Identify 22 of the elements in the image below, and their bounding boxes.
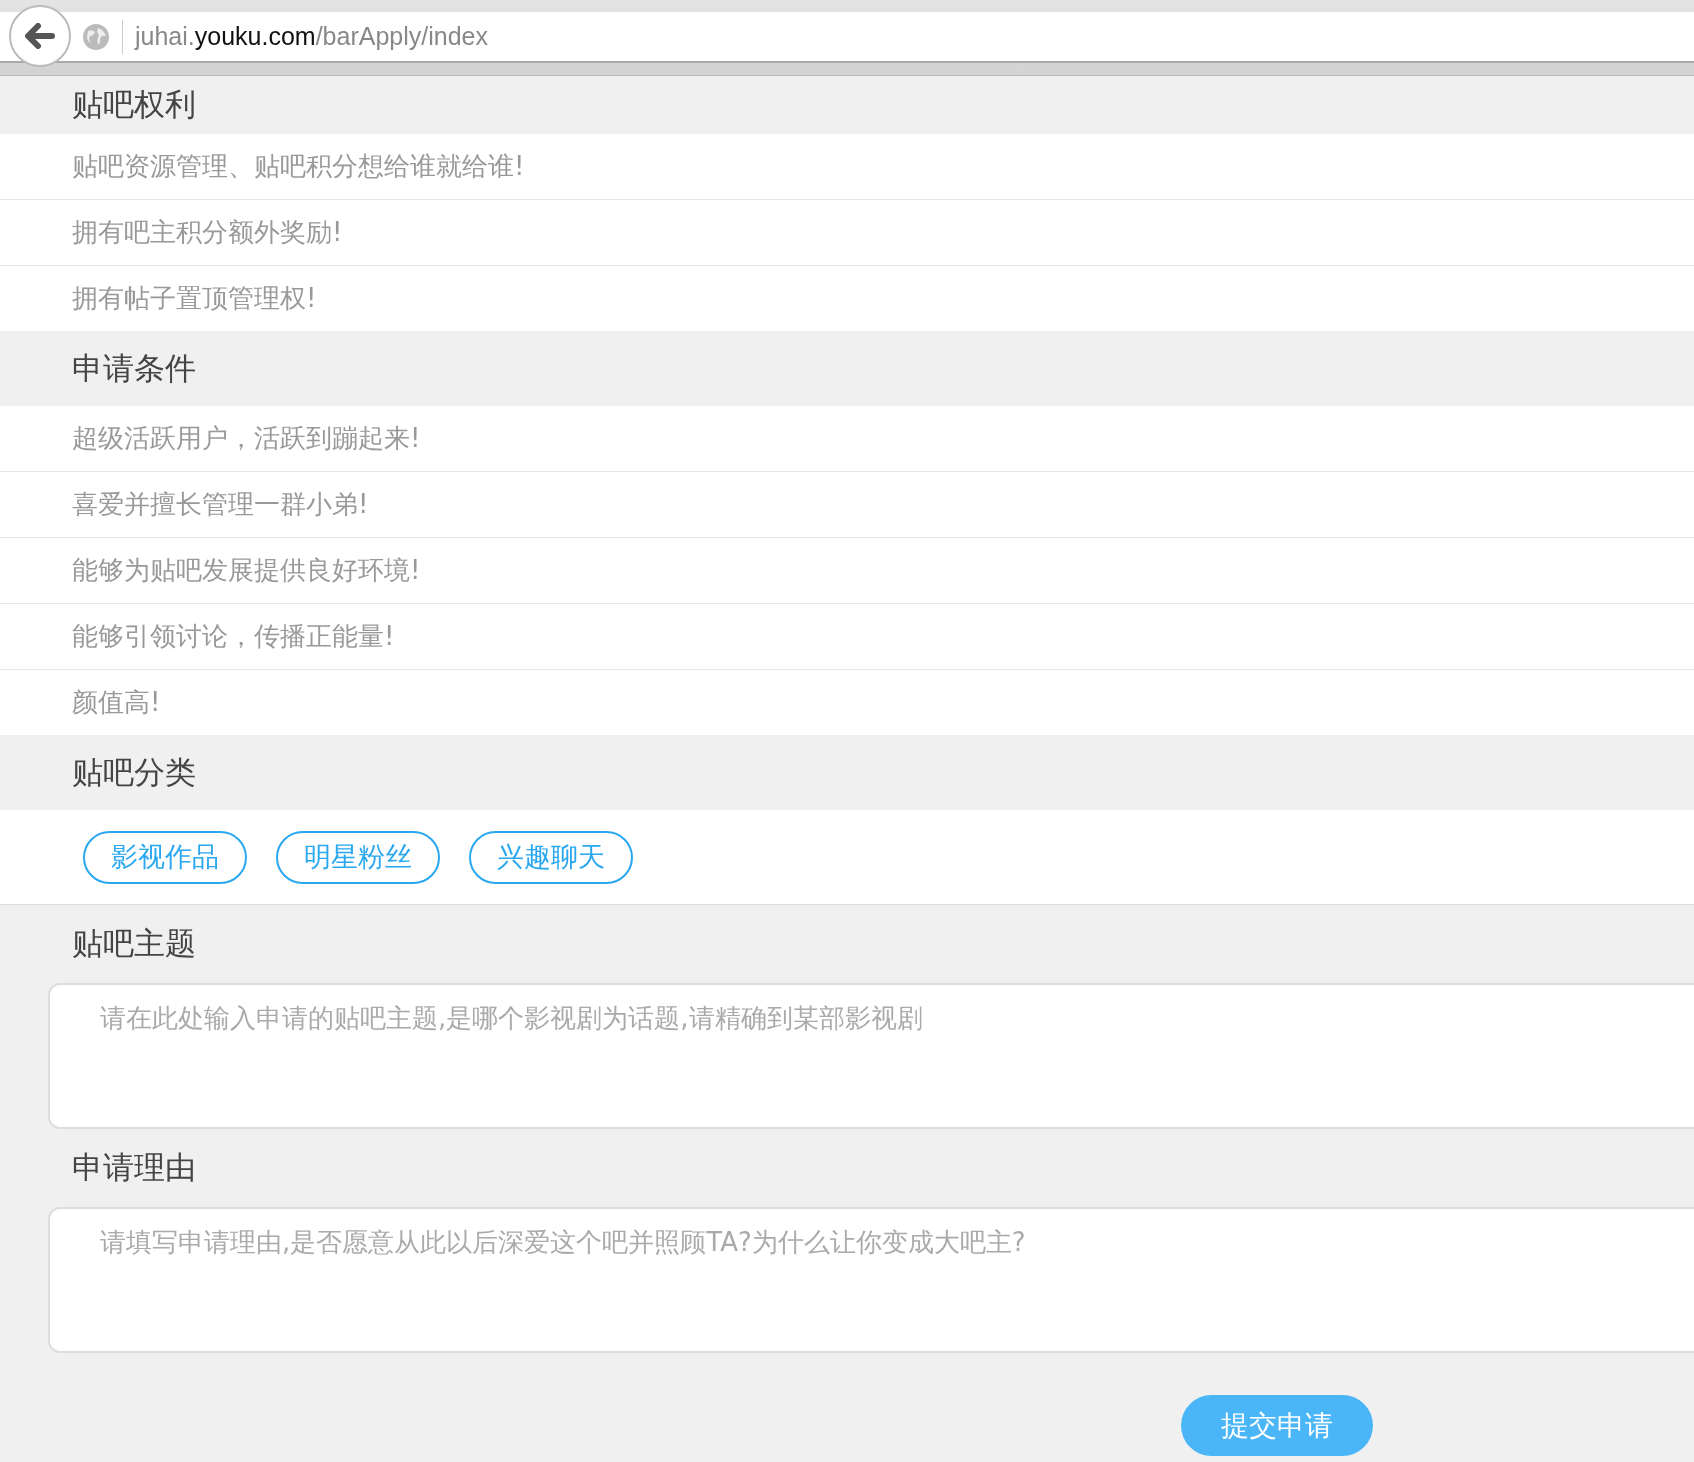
text-area[interactable]: 请在此处输入申请的贴吧主题,是哪个影视剧为话题,请精确到某部影视剧 — [48, 983, 1694, 1129]
back-arrow-icon — [25, 23, 55, 49]
section-title: 贴吧分类 — [72, 752, 196, 792]
globe-icon — [82, 22, 110, 51]
category-tag[interactable]: 影视作品 — [83, 830, 247, 884]
url-text[interactable]: juhai.youku.com/barApply/index — [135, 22, 488, 51]
field-label: 申请理由 — [71, 1148, 197, 1187]
section-title: 贴吧权利 — [72, 85, 196, 124]
list-item-text: 喜爱并擅长管理一群小弟! — [72, 488, 369, 521]
field-label: 贴吧主题 — [71, 924, 197, 963]
category-tag[interactable]: 兴趣聊天 — [469, 830, 633, 884]
list-item-text: 拥有帖子置顶管理权! — [72, 282, 317, 315]
list-item-text: 超级活跃用户，活跃到蹦起来! — [72, 422, 421, 455]
text-area[interactable]: 请填写申请理由,是否愿意从此以后深爱这个吧并照顾TA?为什么让你变成大吧主? — [48, 1207, 1694, 1353]
section-title: 申请条件 — [72, 348, 196, 388]
list-item-text: 贴吧资源管理、贴吧积分想给谁就给谁! — [72, 150, 525, 183]
list-item-text: 颜值高! — [72, 686, 161, 719]
list-item-text: 拥有吧主积分额外奖励! — [72, 216, 343, 249]
list-item-text: 能够为贴吧发展提供良好环境! — [72, 554, 421, 587]
list-item-text: 能够引领讨论，传播正能量! — [72, 620, 395, 653]
category-tag[interactable]: 明星粉丝 — [276, 830, 440, 884]
submit-button[interactable]: 提交申请 — [1181, 1395, 1373, 1456]
